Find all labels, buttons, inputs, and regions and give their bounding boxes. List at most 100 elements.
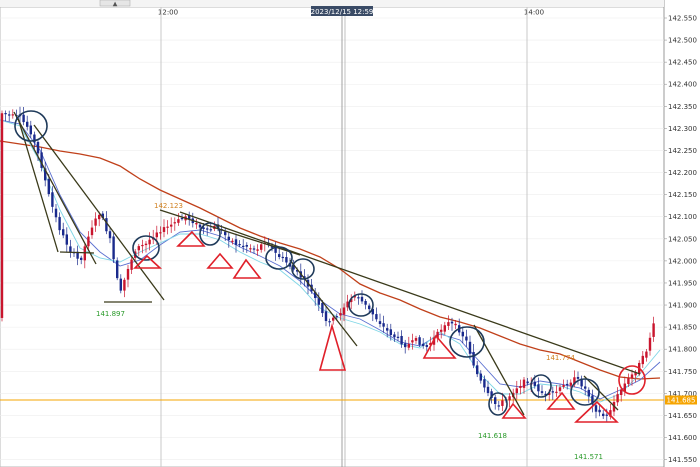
y-tick-label: 141.600 <box>668 434 697 442</box>
candle-down <box>598 409 601 413</box>
candle-down <box>540 391 544 393</box>
candle-down <box>119 278 122 291</box>
candle-up <box>94 218 97 226</box>
candle-up <box>342 307 346 315</box>
annotation-high-142123: 142.123 <box>154 202 183 210</box>
candle-down <box>393 334 396 338</box>
candle-up <box>90 227 94 236</box>
candle-down <box>242 245 245 248</box>
candle-down <box>112 236 115 260</box>
candle-down <box>108 231 112 239</box>
candle-down <box>281 256 284 259</box>
candle-down <box>425 345 428 347</box>
scroll-up-icon: ▲ <box>113 1 118 8</box>
candle-up <box>177 219 180 223</box>
candle-down <box>605 414 608 416</box>
candle-up <box>162 227 166 232</box>
gridlines <box>0 17 664 460</box>
candle-up <box>645 351 648 358</box>
candle-up <box>170 224 173 227</box>
annotation-high-141774: 141.774 <box>546 354 575 362</box>
candle-up <box>98 214 101 220</box>
candle-up <box>522 379 526 388</box>
candle-up <box>501 400 504 406</box>
annotation-low-141618: 141.618 <box>478 432 507 440</box>
candle-down <box>47 178 50 195</box>
candle-down <box>36 141 40 154</box>
price-chart[interactable]: ▲ 12:00 14:00 2023/12/15 12:59 142.55014… <box>0 0 700 467</box>
candle-down <box>317 298 320 305</box>
candle-down <box>465 336 468 341</box>
candle-down <box>324 311 328 322</box>
candle-up <box>148 239 151 245</box>
candle-up <box>620 389 623 395</box>
current-price-tag: 141.685 <box>665 395 697 405</box>
y-tick-label: 141.550 <box>668 456 697 464</box>
y-tick-label: 141.850 <box>668 324 697 332</box>
candle-up <box>260 244 263 250</box>
candle-up <box>339 313 342 316</box>
candle-down <box>80 257 83 260</box>
candle-up <box>440 329 443 332</box>
candle-up <box>641 355 644 365</box>
candle-down <box>526 381 529 384</box>
candle-up <box>407 343 410 348</box>
candle-up <box>87 236 90 247</box>
candle-down <box>234 239 238 245</box>
candle-down <box>537 384 540 392</box>
candle-down <box>396 336 400 338</box>
candle-down <box>594 405 598 412</box>
candle-up <box>519 385 522 388</box>
candle-up <box>630 374 634 379</box>
annotation-low-141897: 141.897 <box>96 310 125 318</box>
candle-up <box>627 378 630 385</box>
candle-down <box>26 121 29 127</box>
candle-down <box>105 218 108 232</box>
candle-down <box>587 389 590 397</box>
candle-up <box>555 391 558 393</box>
y-tick-label: 142.250 <box>668 147 697 155</box>
candle-down <box>450 321 454 324</box>
candle-down <box>69 246 72 252</box>
candle-up <box>447 322 450 326</box>
candle-up <box>137 246 140 251</box>
y-tick-label: 141.900 <box>668 302 697 310</box>
candle-up <box>11 114 14 116</box>
candle-up <box>332 317 335 321</box>
candle-up <box>508 396 511 401</box>
candle-down <box>368 305 371 310</box>
candle-up <box>515 388 518 394</box>
candle-up <box>195 223 198 225</box>
candle-down <box>468 341 472 354</box>
candle-down <box>285 257 288 263</box>
candle-down <box>8 114 11 116</box>
candle-down <box>576 376 580 379</box>
candle-down <box>51 192 54 207</box>
y-tick-label: 141.800 <box>668 346 697 354</box>
candle-up <box>130 259 133 270</box>
candle-down <box>224 231 227 236</box>
candle-down <box>29 125 32 135</box>
candle-down <box>364 301 367 305</box>
candle-down <box>386 328 389 331</box>
candle-up <box>0 113 4 318</box>
y-tick-label: 141.650 <box>668 412 697 420</box>
candle-down <box>198 224 202 228</box>
candle-down <box>62 229 65 236</box>
candle-down <box>375 314 378 320</box>
y-tick-label: 142.300 <box>668 125 697 133</box>
candle-down <box>400 335 403 345</box>
candle-down <box>54 208 58 218</box>
y-tick-label: 142.550 <box>668 15 697 23</box>
cursor-time-text: 2023/12/15 12:59 <box>311 8 374 16</box>
candle-down <box>278 254 281 258</box>
candle-up <box>141 244 144 247</box>
candle-up <box>144 243 148 246</box>
candle-down <box>602 413 605 417</box>
candle-down <box>357 297 360 299</box>
annotation-low-141571: 141.571 <box>574 453 603 461</box>
candle-up <box>249 248 252 250</box>
candle-down <box>461 331 464 337</box>
candle-down <box>486 386 490 394</box>
svg-text:141.685: 141.685 <box>667 397 696 405</box>
